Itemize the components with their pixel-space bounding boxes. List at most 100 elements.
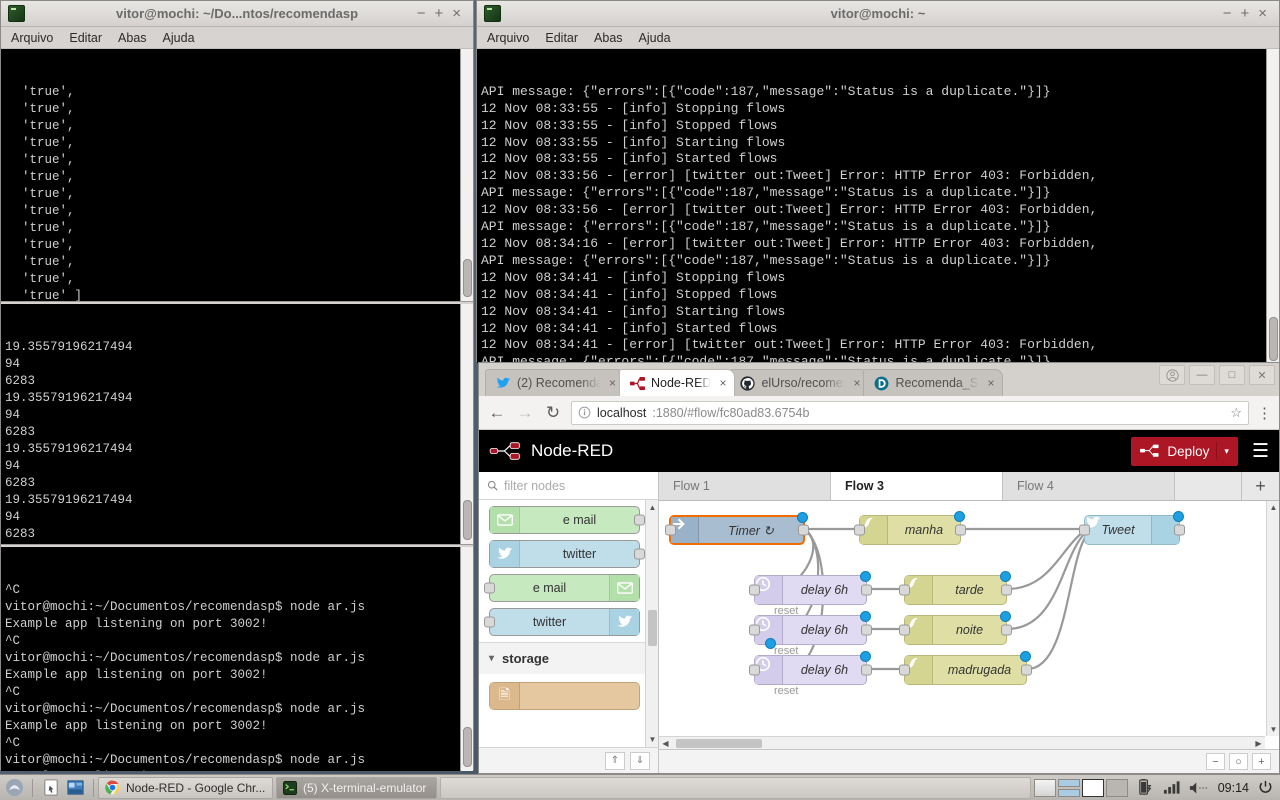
battery-icon[interactable] (1137, 779, 1154, 796)
node-port-in[interactable] (484, 582, 495, 594)
terminal-scrollbar-middle[interactable] (460, 304, 473, 544)
terminal-pane-bottom[interactable]: ^C vitor@mochi:~/Documentos/recomendasp$ … (1, 547, 473, 771)
close-button[interactable]: × (452, 6, 461, 21)
terminal-pane-top[interactable]: 'true', 'true', 'true', 'true', 'true', … (1, 49, 473, 301)
chevron-down-icon[interactable]: ▾ (1224, 446, 1229, 457)
flow-node-madrugada[interactable]: madrugada (899, 651, 1032, 685)
menu-ajuda[interactable]: Ajuda (639, 31, 671, 45)
forward-button[interactable]: → (515, 403, 535, 423)
node-port-out[interactable] (798, 524, 809, 536)
scrollbar-thumb[interactable] (1269, 317, 1278, 361)
scrollbar-thumb[interactable] (463, 500, 472, 540)
terminal-scrollbar-top[interactable] (460, 49, 473, 301)
palette-node-storage-partial[interactable]: 🗎 (489, 682, 640, 710)
chrome-tab[interactable]: (2) Recomenda × (485, 369, 625, 396)
flow-node-delay-6h[interactable]: delay 6h (749, 651, 872, 685)
node-port-out[interactable] (955, 524, 966, 536)
flow-node-noite[interactable]: noite (899, 611, 1012, 645)
flow-node-tarde[interactable]: tarde (899, 571, 1012, 605)
menu-arquivo[interactable]: Arquivo (487, 31, 529, 45)
chrome-tab[interactable]: elUrso/recomen × (729, 369, 870, 396)
menu-editar[interactable]: Editar (69, 31, 102, 45)
menu-abas[interactable]: Abas (594, 31, 623, 45)
terminal-output-right[interactable]: API message: {"errors":[{"code":187,"mes… (477, 49, 1279, 363)
flow-node-tweet[interactable]: Tweet (1079, 511, 1185, 545)
minimize-button[interactable]: − (417, 6, 426, 21)
scroll-up-arrow-icon[interactable]: ▲ (648, 503, 657, 512)
maximize-button[interactable]: + (434, 6, 443, 21)
flow-canvas[interactable]: Timer ↻ manha Tweet delay 6h reset tarde delay… (659, 501, 1279, 749)
flow-node-delay-6h[interactable]: delay 6h (749, 611, 872, 649)
node-port-in[interactable] (899, 584, 910, 596)
scrollbar-thumb[interactable] (463, 727, 472, 767)
palette-category-storage[interactable]: ▾ storage (479, 642, 658, 674)
chrome-window[interactable]: (2) Recomenda × Node-RED × elUrso/recomen × Re… (478, 362, 1280, 774)
terminal-window-right[interactable]: vitor@mochi: ~ − + × Arquivo Editar Abas… (476, 0, 1280, 363)
taskbar-task[interactable]: Node-RED - Google Chr... (98, 776, 273, 799)
scroll-down-arrow-icon[interactable]: ▼ (648, 735, 657, 744)
node-port-in[interactable] (899, 664, 910, 676)
workspace-2[interactable] (1057, 778, 1080, 797)
workspace-4[interactable] (1105, 778, 1128, 797)
scrollbar-thumb[interactable] (463, 259, 472, 297)
chrome-tab[interactable]: Node-RED × (619, 369, 736, 396)
workspace-1[interactable] (1033, 778, 1056, 797)
terminal-window-left[interactable]: vitor@mochi: ~/Do...ntos/recomendasp − +… (0, 0, 474, 771)
node-port-out[interactable] (1174, 524, 1185, 536)
taskbar-task[interactable]: (5) X-terminal-emulator (276, 776, 438, 799)
palette-node-list[interactable]: e mail twitter e mail twitter ▾ storage 🗎 ▲ (479, 500, 658, 747)
palette-node-twitter[interactable]: twitter (489, 540, 645, 568)
terminal-scrollbar-right[interactable] (1266, 49, 1279, 363)
zoom-out-button[interactable]: − (1206, 753, 1225, 770)
zoom-reset-button[interactable]: ○ (1229, 753, 1248, 770)
profile-avatar-button[interactable] (1159, 365, 1185, 385)
scroll-right-arrow-icon[interactable]: ▶ (1252, 739, 1265, 748)
scrollbar-thumb[interactable] (676, 738, 762, 748)
palette-node-e-mail[interactable]: e mail (489, 506, 645, 534)
maximize-button[interactable]: □ (1219, 365, 1245, 385)
minimize-button[interactable]: — (1189, 365, 1215, 385)
reload-button[interactable]: ↻ (543, 403, 563, 423)
address-bar[interactable]: localhost:1880/#flow/fc80ad83.6754b ☆ (571, 400, 1249, 425)
canvas-vscrollbar[interactable]: ▲ ▼ (1266, 501, 1279, 736)
terminal-scrollbar-bottom[interactable] (460, 547, 473, 771)
node-port-in[interactable] (749, 584, 760, 596)
deploy-button[interactable]: Deploy ▾ (1131, 436, 1238, 466)
flow-tabs[interactable]: Flow 1 Flow 3 Flow 4 + (659, 472, 1279, 501)
flow-tab-flow-3[interactable]: Flow 3 (831, 472, 1003, 500)
titlebar-right[interactable]: vitor@mochi: ~ − + × (477, 1, 1279, 27)
close-tab-button[interactable]: × (851, 376, 862, 390)
close-tab-button[interactable]: × (717, 376, 728, 390)
scroll-down-arrow-icon[interactable]: ▼ (1267, 725, 1279, 734)
node-port-out[interactable] (634, 548, 645, 560)
canvas-hscrollbar[interactable]: ◀ ▶ (659, 736, 1265, 749)
close-tab-button[interactable]: × (607, 376, 618, 390)
terminal-pane-middle[interactable]: 19.35579196217494 94 6283 19.35579196217494… (1, 304, 473, 544)
flow-node-timer[interactable]: Timer ↻ (665, 512, 809, 545)
menu-editar[interactable]: Editar (545, 31, 578, 45)
scroll-up-arrow-icon[interactable]: ▲ (1267, 503, 1279, 512)
minimize-button[interactable]: − (1223, 6, 1232, 21)
palette-node-e-mail[interactable]: e mail (484, 574, 640, 602)
node-port-out[interactable] (861, 624, 872, 636)
chrome-menu-button[interactable]: ⋮ (1257, 404, 1272, 422)
signal-icon[interactable] (1163, 780, 1180, 795)
expand-all-button[interactable]: ⇓ (630, 751, 650, 770)
node-port-in[interactable] (749, 624, 760, 636)
display-icon[interactable] (65, 778, 85, 798)
node-port-in[interactable] (484, 616, 495, 628)
filter-nodes-input[interactable]: filter nodes (479, 472, 658, 500)
node-port-in[interactable] (899, 624, 910, 636)
files-icon[interactable] (41, 778, 61, 798)
bookmark-star-icon[interactable]: ☆ (1230, 405, 1242, 421)
palette-scrollbar[interactable]: ▲ ▼ (645, 500, 658, 747)
close-tab-button[interactable]: × (985, 376, 996, 390)
collapse-all-button[interactable]: ⇑ (605, 751, 625, 770)
node-port-out[interactable] (1001, 584, 1012, 596)
scrollbar-thumb[interactable] (648, 610, 657, 646)
node-port-out[interactable] (861, 664, 872, 676)
close-button[interactable]: ✕ (1249, 365, 1275, 385)
node-port-in[interactable] (1079, 524, 1090, 536)
titlebar-left[interactable]: vitor@mochi: ~/Do...ntos/recomendasp − +… (1, 1, 473, 27)
flow-tab-flow-1[interactable]: Flow 1 (659, 472, 831, 500)
